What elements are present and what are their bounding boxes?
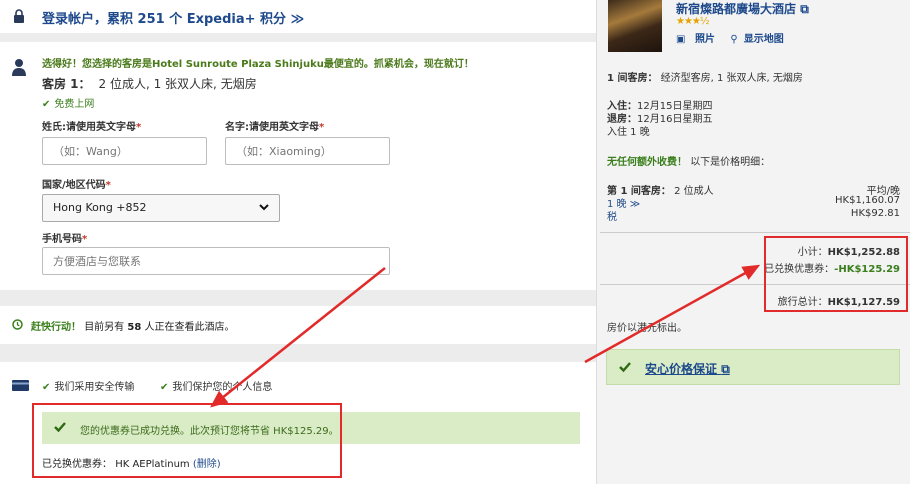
credit-card-icon [12, 380, 29, 391]
urgency-after: 人正在查看此酒店。 [144, 322, 235, 333]
phone-label-text: 手机号码 [42, 234, 82, 245]
phone-label: 手机号码* [42, 230, 87, 245]
privacy-protection: ✔ 我们保护您的个人信息 [160, 378, 272, 393]
secure-transmission: ✔ 我们采用安全传输 [42, 378, 134, 393]
country-code-label: 国家/地区代码* [42, 176, 111, 191]
no-fee-bold: 无任何额外收费！ [607, 157, 687, 168]
hotel-name[interactable]: 新宿燦路都廣場大酒店 ⧉ [676, 0, 809, 17]
image-icon: ▣ [676, 34, 686, 45]
required-mark: * [82, 234, 88, 245]
urgency-before: 目前另有 [84, 322, 125, 333]
last-name-label: 姓氏:请使用英文字母* [42, 118, 141, 133]
room-count-label: 1 间客房： [607, 73, 658, 84]
last-name-label-text: 姓氏:请使用英文字母 [42, 122, 136, 133]
coupon-highlight-box [32, 403, 342, 478]
person-icon [12, 59, 26, 76]
clock-icon [12, 319, 23, 330]
country-code-select[interactable]: Hong Kong +852 [42, 194, 280, 222]
required-mark: * [105, 180, 111, 191]
nights-price: HK$1,160.07 [835, 195, 900, 206]
external-link-icon: ⧉ [800, 2, 809, 16]
price-guarantee-text: 安心价格保证 [645, 362, 718, 376]
first-name-label-text: 名字:请使用英文字母 [225, 122, 319, 133]
no-fee-rest: 以下是价格明细： [690, 157, 771, 168]
required-mark: * [136, 122, 142, 133]
urgency-lead: 赶快行动！ [31, 322, 81, 333]
login-link[interactable]: 登录帐户，累积 251 个 Expedia+ 积分 ≫ [42, 8, 304, 27]
cheapest-room-message: 选得好！您选择的客房是Hotel Sunroute Plaza Shinjuku… [42, 59, 474, 70]
room-description: 2 位成人, 1 张双人床, 无烟房 [98, 77, 257, 91]
urgency-message: 赶快行动！ 目前另有 58 人正在查看此酒店。 [31, 318, 234, 333]
nights-count: 入住 1 晚 [607, 127, 650, 138]
viewer-count: 58 [127, 322, 142, 333]
check-icon: ✔ [42, 99, 51, 110]
tax-link[interactable]: 税 [607, 208, 617, 223]
check-icon: ✔ [42, 382, 51, 393]
photos-link-text: 照片 [694, 34, 715, 45]
first-name-label: 名字:请使用英文字母* [225, 118, 324, 133]
map-link-text: 显示地图 [743, 34, 784, 45]
country-code-value: Hong Kong +852 [53, 201, 147, 214]
privacy-protection-label: 我们保护您的个人信息 [172, 382, 273, 393]
room1-guests: 2 位成人 [674, 186, 714, 197]
divider [600, 232, 910, 233]
external-link-icon: ⧉ [721, 362, 730, 376]
lock-icon [14, 9, 24, 23]
tax-price: HK$92.81 [850, 208, 900, 219]
no-fee-note: 无任何额外收费！ 以下是价格明细： [607, 153, 770, 168]
hotel-links: ▣ 照片 ⚲ 显示地图 [676, 30, 796, 45]
free-wifi-label: 免费上网 [54, 99, 95, 110]
photos-link[interactable]: ▣ 照片 [676, 34, 721, 45]
phone-input[interactable] [42, 247, 390, 275]
chevron-down-icon [259, 204, 269, 211]
room-type-line: 1 间客房： 经济型客房, 1 张双人床, 无烟房 [607, 69, 803, 84]
room-label: 客房 1： [42, 77, 91, 91]
price-guarantee-link[interactable]: 安心价格保证 ⧉ [606, 349, 900, 385]
check-icon [619, 362, 631, 373]
price-highlight-box [764, 236, 908, 312]
check-icon: ✔ [160, 382, 169, 393]
hotel-photo[interactable] [608, 0, 662, 52]
map-link[interactable]: ⚲ 显示地图 [730, 34, 789, 45]
currency-note: 房价以港元标出。 [607, 323, 687, 334]
country-code-label-text: 国家/地区代码 [42, 180, 106, 191]
map-pin-icon: ⚲ [730, 34, 738, 45]
first-name-input[interactable] [225, 137, 390, 165]
star-rating: ★★★½ [676, 16, 710, 27]
hotel-name-text: 新宿燦路都廣場大酒店 [676, 2, 797, 16]
free-wifi: ✔ 免费上网 [42, 95, 94, 110]
secure-transmission-label: 我们采用安全传输 [54, 382, 135, 393]
room-type-value: 经济型客房, 1 张双人床, 无烟房 [660, 73, 803, 84]
room-summary: 客房 1： 2 位成人, 1 张双人床, 无烟房 [42, 75, 257, 92]
required-mark: * [319, 122, 325, 133]
last-name-input[interactable] [42, 137, 207, 165]
